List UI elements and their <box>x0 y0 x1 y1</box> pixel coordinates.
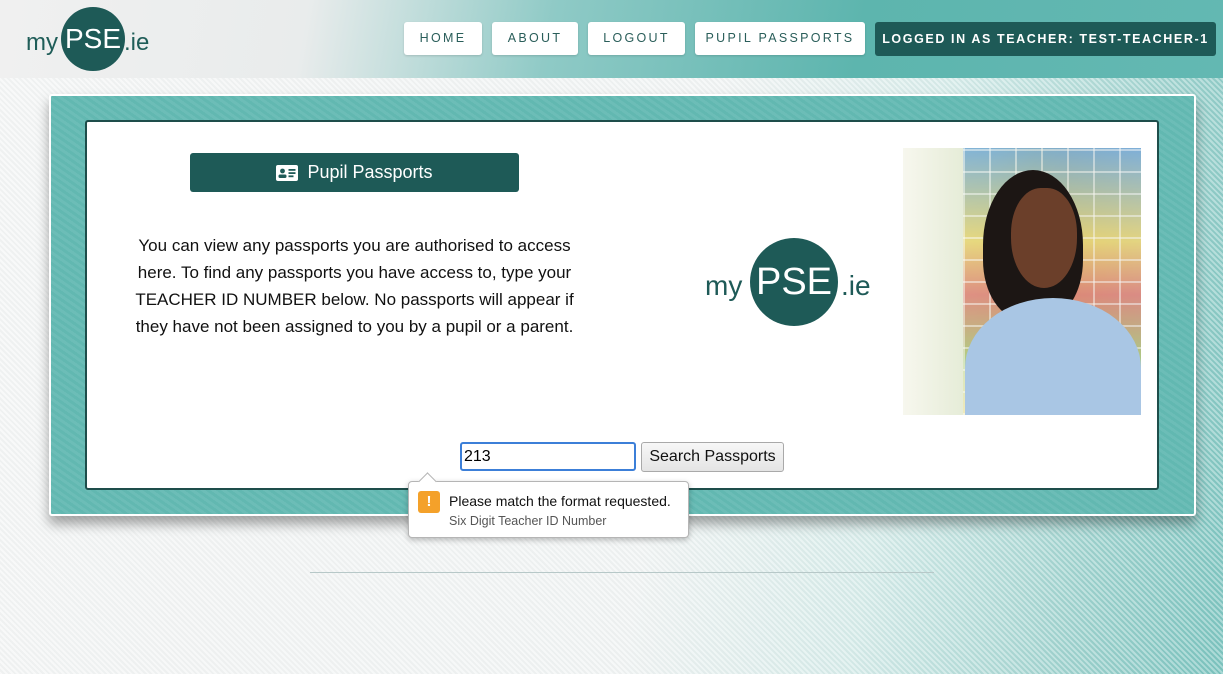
validation-tooltip: ! Please match the format requested. Six… <box>408 472 689 538</box>
validation-message: Please match the format requested. <box>449 493 671 509</box>
nav-home-button[interactable]: HOME <box>404 22 482 55</box>
pupil-passports-header: Pupil Passports <box>190 153 519 192</box>
photo-face-shape <box>1011 188 1077 288</box>
panel-logo-my: my <box>705 270 743 301</box>
site-logo[interactable]: my PSE .ie <box>26 7 156 73</box>
logo-pse-circle: PSE <box>61 7 125 71</box>
id-card-icon <box>276 165 299 181</box>
teacher-photo <box>903 148 1141 415</box>
teacher-id-input[interactable] <box>460 442 636 471</box>
pupil-passports-title: Pupil Passports <box>307 162 433 182</box>
nav-logout-button[interactable]: LOGOUT <box>588 22 685 55</box>
logged-in-status: LOGGED IN AS TEACHER: TEST-TEACHER-1 <box>875 22 1216 56</box>
nav-about-button[interactable]: ABOUT <box>492 22 578 55</box>
validation-hint: Six Digit Teacher ID Number <box>449 514 607 528</box>
site-header: my PSE .ie HOME ABOUT LOGOUT PUPIL PASSP… <box>0 0 1223 78</box>
nav-pupil-passports-button[interactable]: PUPIL PASSPORTS <box>695 22 865 55</box>
instructions-text: You can view any passports you are autho… <box>135 236 574 336</box>
panel-logo: my PSE .ie <box>705 238 875 328</box>
search-passports-button[interactable]: Search Passports <box>641 442 784 472</box>
logo-my: my <box>26 29 58 56</box>
divider <box>310 572 934 573</box>
panel-logo-ie: .ie <box>841 270 871 301</box>
panel-logo-pse-circle: PSE <box>750 238 838 326</box>
logo-ie: .ie <box>124 29 150 56</box>
warning-icon: ! <box>418 491 440 513</box>
